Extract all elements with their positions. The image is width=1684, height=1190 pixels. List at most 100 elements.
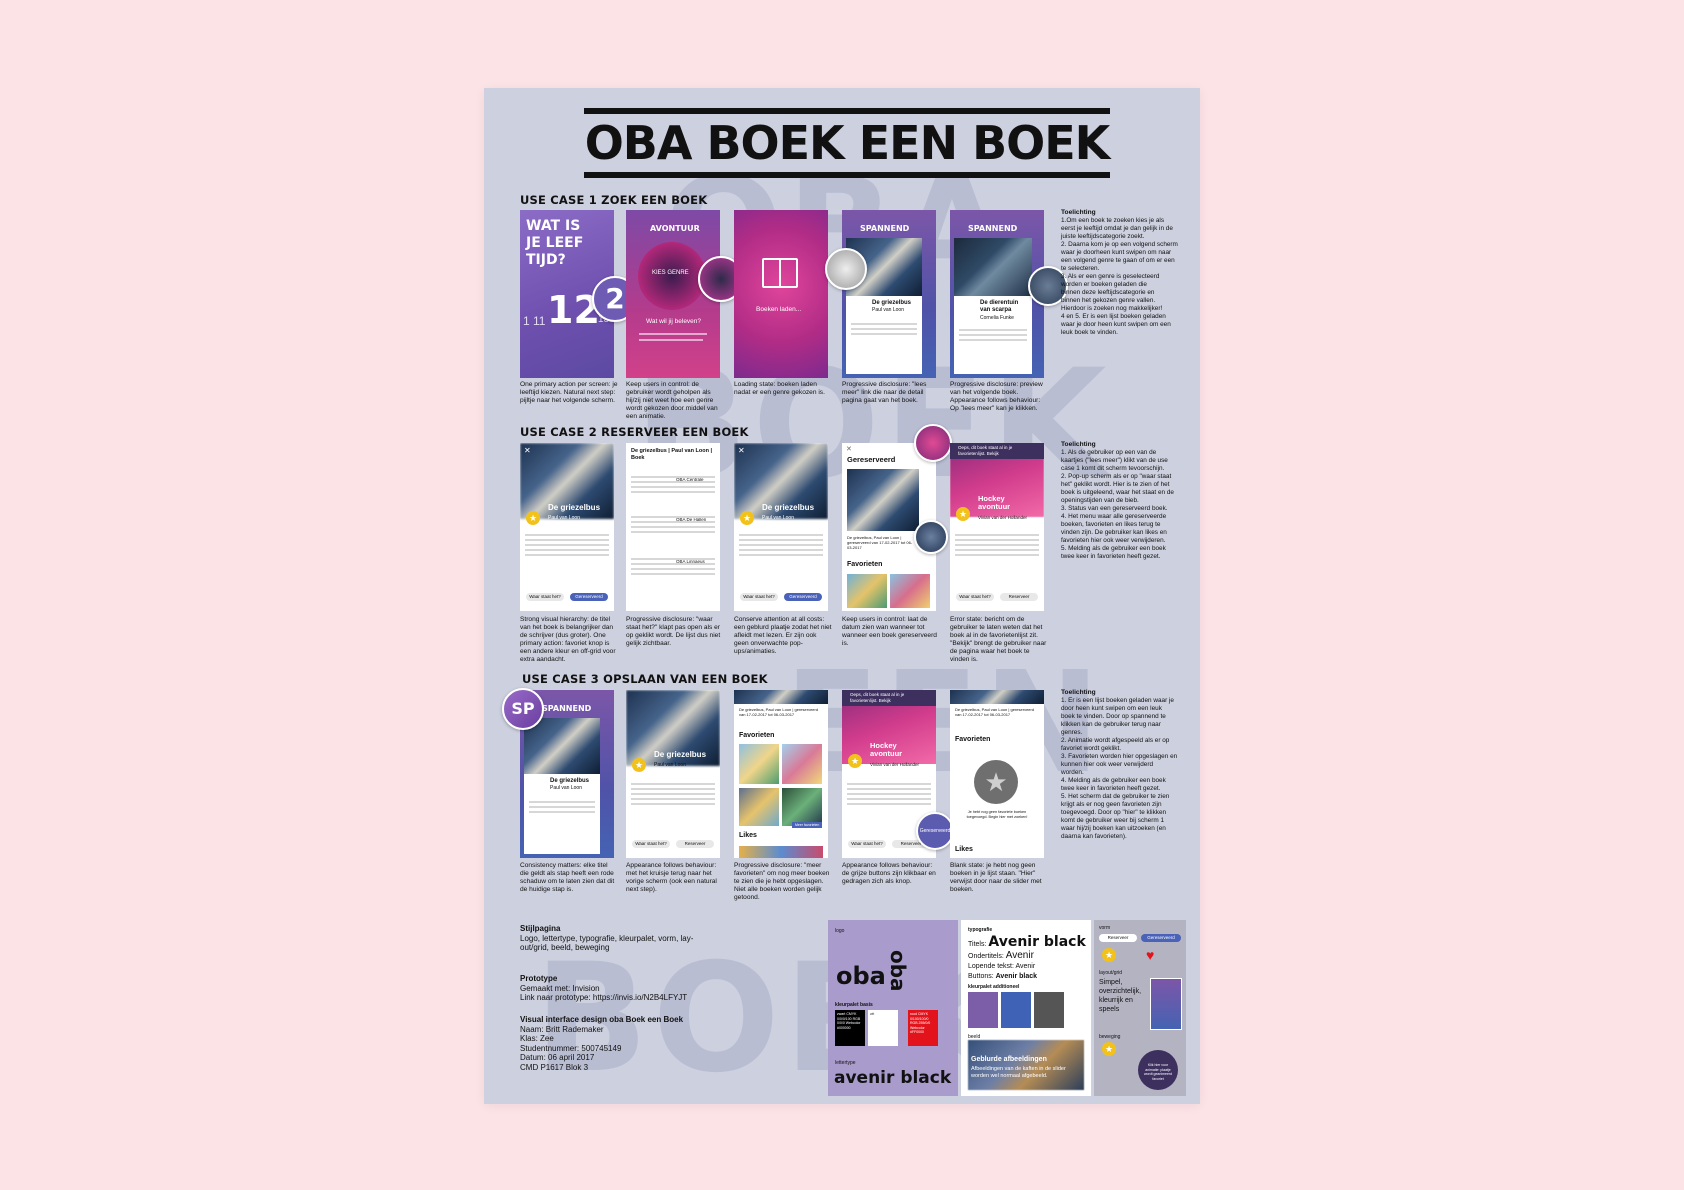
card-book-author: Cornelia Funke [980,315,1014,321]
book-card[interactable]: De dierentuin van scarpa Cornelia Funke [954,296,1032,374]
kleurpalet-basis-label: kleurpalet basis [835,1002,873,1008]
empty-message[interactable]: Je hebt nog geen favoriete boeken toegev… [966,810,1028,820]
uc3-caption-4: Appearance follows behaviour: de grijze … [842,862,936,885]
design-title: Visual interface design oba Boek een Boe… [520,1015,684,1024]
style-panel-vorm: vorm Reserveer Gereserveerd ★ ♥ layout/g… [1094,920,1186,1096]
beweging-bubble[interactable]: Klik hier voor animatie: plaatje wordt g… [1138,1050,1178,1090]
close-icon[interactable]: ✕ [524,446,531,455]
favorite-cover[interactable] [739,744,779,784]
reserved-book-cover[interactable] [847,469,919,531]
reserveer-button[interactable]: Reserveer [676,840,714,848]
logo-vertical: oba [886,950,910,992]
favorite-cover[interactable] [782,788,822,826]
use-case-3-heading: USE CASE 3 OPSLAAN VAN EEN BOEK [522,672,768,686]
gereserveerd-bubble: Gereserveerd [916,812,954,850]
favorite-star-icon[interactable]: ★ [848,754,862,768]
uc2-screen-error: Oeps, dit boek staat al in je favorieten… [950,443,1044,611]
lopende-tekst-row: Lopende tekst: Avenir [968,963,1036,970]
spannend-title: SPANNEND [968,224,1018,233]
uc3-caption-3: Progressive disclosure: "meer favorieten… [734,862,830,901]
waar-staat-het-button[interactable]: Waar staat het? [848,840,886,848]
error-alert-text: Oeps, dit boek staat al in je favorieten… [958,445,1013,456]
uc2-screen-detail: ✕ De griezelbus Paul van Loon ★ Waar sta… [520,443,614,611]
book-card[interactable]: De griezelbus Paul van Loon [524,774,600,854]
lettertype-label: lettertype [835,1060,856,1066]
favorite-cover[interactable] [782,744,822,784]
reserved-bubble [914,424,952,462]
hockey-author: Vivian van der Hollander [978,515,1027,520]
style-panel-logo: logo oba oba kleurpalet basis zwart CMYK… [828,920,958,1096]
favorite-star-icon[interactable]: ★ [740,511,754,525]
step-badge[interactable]: SP [502,688,544,730]
card-book-title: De griezelbus [550,778,590,784]
page: { "poster": { "title": "OBA BOEK EEN BOE… [0,0,1684,1190]
favorieten-title: Favorieten [739,732,775,739]
reserved-info: De griezelbus, Paul van Loon | gereserve… [847,535,913,550]
gereserveerd-button[interactable]: Gereserveerd [570,593,608,601]
waar-staat-het-button[interactable]: Waar staat het? [956,593,994,601]
star-icon: ★ [1102,948,1116,962]
bg-word-een: EEN [784,642,1105,805]
genre-circle[interactable] [638,242,706,310]
close-icon[interactable]: ✕ [846,445,852,453]
error-alert[interactable]: Oeps, dit boek staat al in je favorieten… [950,443,1044,459]
favorite-star-icon[interactable]: ★ [632,758,646,772]
likes-title: Likes [739,832,757,839]
poster: OBA BOEK EEN BOEK OBA BOEK EEN BOEK USE … [484,88,1200,1104]
uc3-caption-5: Blank state: je hebt nog geen boeken in … [950,862,1042,893]
favorite-star-icon[interactable]: ★ [526,511,540,525]
style-panel-typografie: typografie Titels: Avenir black Ondertit… [961,920,1091,1096]
logo-horizontal: oba [836,962,886,990]
poster-title: OBA BOEK EEN BOEK [584,116,1111,170]
beeld-title: Geblurde afbeeldingen [971,1056,1047,1063]
reserveer-button[interactable]: Reserveer [1000,593,1038,601]
typografie-label: typografie [968,927,993,933]
gereserveerd-button[interactable]: Gereserveerd [784,593,822,601]
uc3-screen-blank: De griezelbus, Paul van Loon | gereserve… [950,690,1044,858]
card-book-title: De griezelbus [872,300,912,306]
uc2-caption-2: Progressive disclosure: "waar staat het?… [626,616,721,647]
uc2-caption-3: Conserve attention at all costs: een geb… [734,616,832,655]
genre-label: KIES GENRE [652,270,689,276]
ondertitels-row: Ondertitels: Avenir [968,950,1034,961]
favorieten-title: Favorieten [955,736,991,743]
favorite-star-icon[interactable]: ★ [956,507,970,521]
age-question: WAT IS JE LEEF TIJD? [526,218,584,268]
beeld-text: Afbeeldingen van de kaften in de slider … [971,1066,1066,1079]
swatch-black: zwart CMYK 0/0/0/100 RGB 0/0/0 Webcolor … [835,1010,865,1046]
error-alert[interactable]: Oeps, dit boek staat al in je favorieten… [842,690,936,706]
uc3-caption-2: Appearance follows behaviour: met het kr… [626,862,717,893]
detail-book-author: Paul van Loon [548,515,580,521]
uc1-toelichting: Toelichting 1.Om een boek te zoeken kies… [1061,209,1189,337]
hockey-title: Hockey avontuur [978,494,1011,511]
stijlpagina-title: Stijlpagina [520,924,561,933]
avatar-bubble [825,248,867,290]
toelichting-title: Toelichting [1061,441,1096,448]
layout-label: layout/grid [1099,970,1123,976]
uc2-caption-1: Strong visual hierarchy: de titel van he… [520,616,616,663]
book-card[interactable]: De griezelbus Paul van Loon [846,296,922,374]
gereserveerd-sample-button[interactable]: Gereserveerd [1141,934,1181,942]
prototype-link[interactable]: Link naar prototype: https://invis.io/N2… [520,993,687,1003]
detail-book-title: De griezelbus [654,750,707,759]
close-icon[interactable]: ✕ [738,446,745,455]
detail-book-title: De griezelbus [762,503,815,512]
meer-favorieten-tag[interactable]: Meer favorieten [792,822,823,828]
card-book-author: Paul van Loon [872,307,904,313]
reserveer-sample-button[interactable]: Reserveer [1099,934,1137,942]
locations-header: De griezelbus | Paul van Loon | Boek [631,448,713,461]
loading-label: Boeken laden... [756,306,802,313]
card-book-author: Paul van Loon [550,785,582,791]
swatch-red: rood CMYK 0/100/100/0 RGB 255/0/0 Webcol… [908,1010,938,1046]
favorite-cover[interactable] [739,788,779,826]
waar-staat-het-button[interactable]: Waar staat het? [740,593,778,601]
favorite-cover[interactable] [847,574,887,608]
error-alert-text: Oeps, dit boek staat al in je favorieten… [850,692,905,703]
waar-staat-het-button[interactable]: Waar staat het? [526,593,564,601]
genre-title: AVONTUUR [650,224,700,233]
uc3-screen-detail: De griezelbus Paul van Loon ★ Waar staat… [626,690,720,858]
waar-staat-het-button[interactable]: Waar staat het? [632,840,670,848]
uc1-caption-1: One primary action per screen: je leefti… [520,381,618,404]
favorite-cover[interactable] [890,574,930,608]
empty-star-icon: ★ [974,760,1018,804]
